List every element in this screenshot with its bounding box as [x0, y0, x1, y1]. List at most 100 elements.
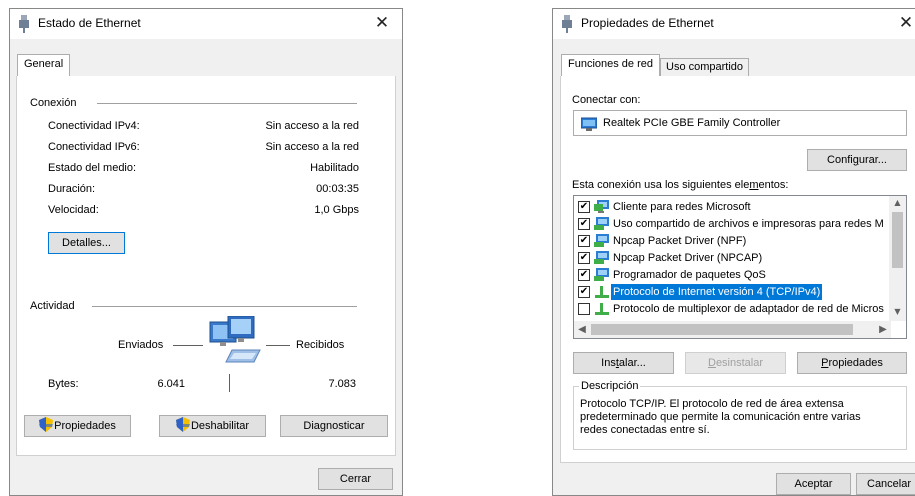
list-item[interactable]: ✔ Npcap Packet Driver (NPCAP)	[578, 250, 888, 266]
speed-value: 1,0 Gbps	[314, 204, 359, 216]
properties-label-part: ropiedades	[828, 357, 883, 369]
install-label-part: Ins	[601, 357, 616, 369]
connection-group-label: Conexión	[30, 97, 77, 109]
item-label: Cliente para redes Microsoft	[613, 201, 751, 213]
scroll-up-arrow-icon[interactable]: ▲	[889, 198, 906, 207]
install-label-part: alar...	[618, 357, 646, 369]
ipv4-value: Sin acceso a la red	[265, 120, 359, 132]
bytes-separator	[229, 374, 230, 392]
item-checkbox[interactable]	[578, 303, 590, 315]
uac-shield-icon	[175, 417, 190, 432]
ethernet-status-window: Estado de Ethernet ✕ General Conexión Co…	[9, 8, 403, 496]
status-close-icon[interactable]: ✕	[372, 13, 392, 33]
properties-close-icon[interactable]: ✕	[896, 13, 915, 33]
close-button[interactable]: Cerrar	[318, 468, 393, 490]
ipv6-value: Sin acceso a la red	[265, 141, 359, 153]
bytes-sent-value: 6.041	[157, 378, 185, 390]
network-service-icon	[594, 234, 609, 247]
adapter-name: Realtek PCIe GBE Family Controller	[603, 117, 781, 129]
horizontal-scroll-thumb[interactable]	[591, 324, 853, 335]
network-service-icon	[594, 217, 609, 230]
cancel-button[interactable]: Cancelar	[856, 473, 915, 495]
status-window-title: Estado de Ethernet	[38, 16, 141, 30]
ethernet-properties-window: Propiedades de Ethernet ✕ Funciones de r…	[552, 8, 915, 496]
uninstall-label-accesskey: D	[707, 357, 716, 369]
list-item[interactable]: ✔ Programador de paquetes QoS	[578, 267, 888, 283]
configure-label-part: Confi	[827, 154, 853, 166]
tab-network-functions[interactable]: Funciones de red	[561, 54, 660, 77]
status-tab-panel: Conexión Conectividad IPv4: Sin acceso a…	[16, 76, 396, 456]
item-checkbox[interactable]: ✔	[578, 201, 590, 213]
configure-button[interactable]: Configurar...	[807, 149, 907, 171]
vertical-scrollbar[interactable]: ▲ ▼	[889, 196, 906, 321]
description-group-label: Descripción	[579, 380, 641, 392]
connection-group-divider	[97, 103, 357, 104]
received-label: Recibidos	[296, 339, 345, 351]
network-client-icon	[594, 200, 609, 213]
network-adapter-icon	[581, 117, 597, 131]
item-label: Uso compartido de archivos e impresoras …	[613, 218, 884, 230]
scroll-down-arrow-icon[interactable]: ▼	[889, 307, 906, 316]
network-service-icon	[594, 251, 609, 264]
list-item[interactable]: Protocolo de multiplexor de adaptador de…	[578, 301, 888, 317]
speed-label: Velocidad:	[48, 204, 99, 216]
ipv6-label: Conectividad IPv6:	[48, 141, 140, 153]
network-computers-icon	[209, 316, 261, 363]
status-titlebar[interactable]: Estado de Ethernet ✕	[10, 9, 402, 39]
media-state-value: Habilitado	[310, 162, 359, 174]
disable-button[interactable]: Deshabilitar	[159, 415, 266, 437]
activity-group-label: Actividad	[30, 300, 75, 312]
properties-tab-panel: Conectar con: Realtek PCIe GBE Family Co…	[560, 76, 915, 463]
activity-group-divider	[92, 306, 357, 307]
item-checkbox[interactable]: ✔	[578, 269, 590, 281]
item-checkbox[interactable]: ✔	[578, 235, 590, 247]
bytes-received-value: 7.083	[328, 378, 356, 390]
disable-label: Deshabilitar	[190, 420, 250, 432]
status-properties-button[interactable]: Propiedades	[24, 415, 131, 437]
sent-label: Enviados	[118, 339, 164, 351]
vertical-scroll-thumb[interactable]	[892, 212, 903, 268]
item-label: Protocolo de multiplexor de adaptador de…	[613, 303, 884, 315]
duration-value: 00:03:35	[316, 183, 359, 195]
details-button[interactable]: Detalles...	[48, 232, 125, 254]
scroll-left-arrow-icon[interactable]: ◀	[576, 324, 588, 335]
bytes-label: Bytes:	[48, 378, 79, 390]
horizontal-scrollbar[interactable]: ◀ ▶	[574, 321, 891, 338]
properties-window-title: Propiedades de Ethernet	[581, 16, 714, 30]
uninstall-button[interactable]: Desinstalar	[685, 352, 786, 374]
item-checkbox[interactable]: ✔	[578, 218, 590, 230]
scroll-right-arrow-icon[interactable]: ▶	[877, 324, 889, 335]
item-properties-button[interactable]: Propiedades	[797, 352, 907, 374]
components-listbox[interactable]: ✔ Cliente para redes Microsoft ✔ Uso com…	[573, 195, 907, 339]
configure-label-part: urar...	[858, 154, 887, 166]
list-item-selected[interactable]: ✔ Protocolo de Internet versión 4 (TCP/I…	[578, 284, 888, 300]
accept-button[interactable]: Aceptar	[776, 473, 851, 495]
network-protocol-icon	[595, 303, 609, 315]
network-service-icon	[594, 268, 609, 281]
media-state-label: Estado del medio:	[48, 162, 137, 174]
install-button[interactable]: Instalar...	[573, 352, 674, 374]
tab-general[interactable]: General	[17, 54, 71, 77]
item-checkbox[interactable]: ✔	[578, 286, 590, 298]
items-label-accesskey: m	[749, 179, 759, 191]
network-protocol-icon	[595, 286, 609, 298]
uac-shield-icon	[39, 417, 54, 432]
connect-using-label: Conectar con:	[572, 94, 641, 106]
status-properties-label: Propiedades	[54, 420, 116, 432]
description-text: Protocolo TCP/IP. El protocolo de red de…	[580, 398, 861, 436]
properties-titlebar[interactable]: Propiedades de Ethernet ✕	[553, 9, 915, 39]
item-checkbox[interactable]: ✔	[578, 252, 590, 264]
ethernet-plug-icon	[19, 15, 29, 33]
list-item[interactable]: ✔ Cliente para redes Microsoft	[578, 199, 888, 215]
diagnose-button[interactable]: Diagnosticar	[280, 415, 388, 437]
list-item[interactable]: ✔ Npcap Packet Driver (NPF)	[578, 233, 888, 249]
list-item[interactable]: ✔ Uso compartido de archivos e impresora…	[578, 216, 888, 232]
ipv4-label: Conectividad IPv4:	[48, 120, 140, 132]
items-label-part: Esta conexión usa los siguientes ele	[572, 179, 750, 191]
item-label: Npcap Packet Driver (NPF)	[613, 235, 747, 247]
uninstall-label-part: esinstalar	[715, 357, 764, 369]
tab-sharing[interactable]: Uso compartido	[660, 58, 750, 77]
ethernet-plug-icon	[562, 15, 572, 33]
items-label-part: entos:	[758, 179, 789, 191]
sent-line	[173, 345, 203, 346]
